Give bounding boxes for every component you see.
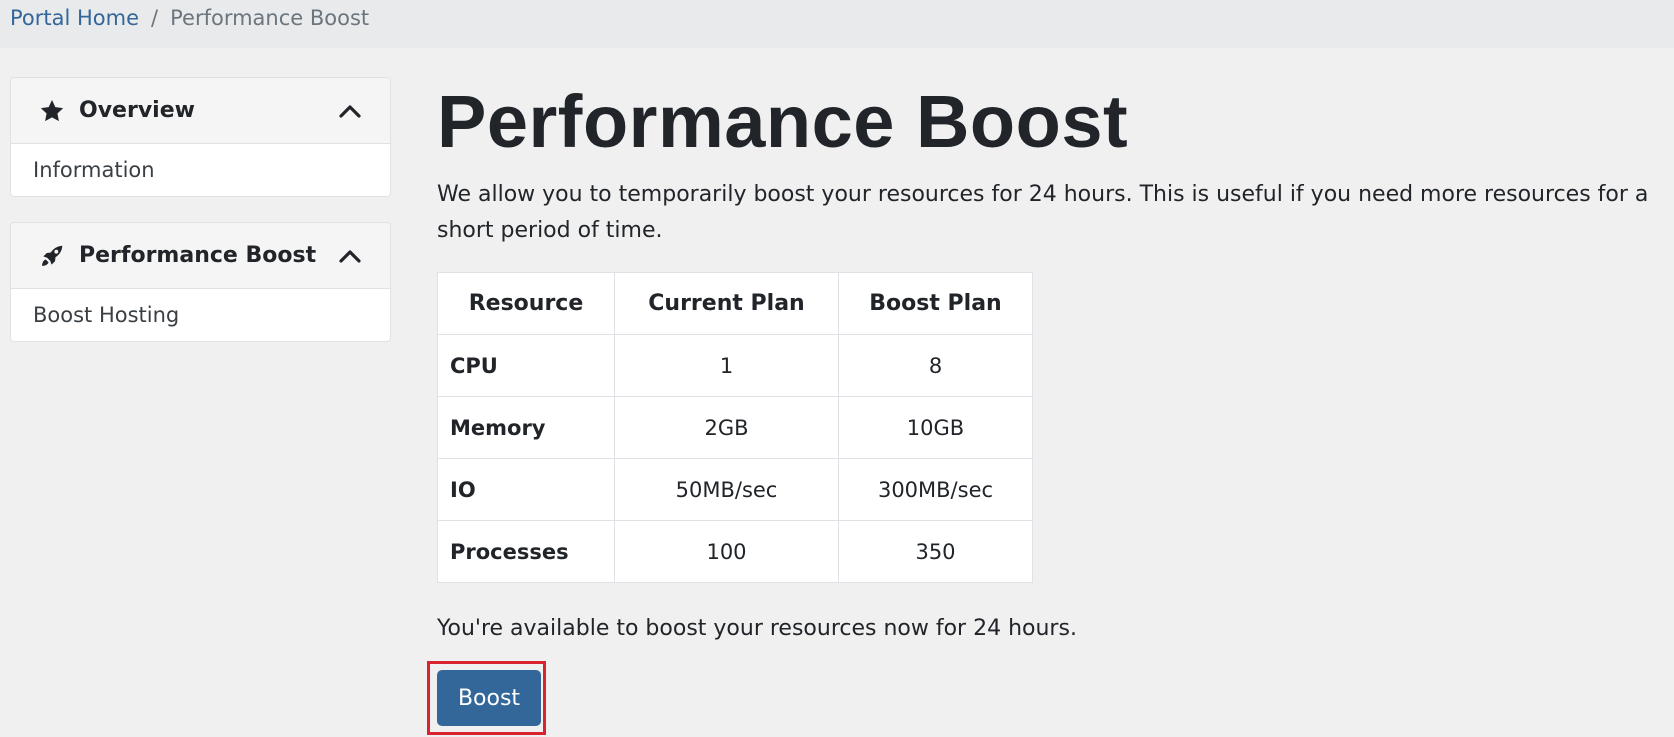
- breadcrumb-separator: /: [151, 6, 159, 30]
- column-header-resource: Resource: [437, 272, 615, 335]
- current-plan-value: 100: [614, 520, 839, 583]
- resource-name: Memory: [437, 396, 615, 459]
- resource-name: IO: [437, 458, 615, 521]
- panel-header-performance-boost[interactable]: Performance Boost: [11, 223, 390, 289]
- panel-header-overview[interactable]: Overview: [11, 78, 390, 144]
- page-title: Performance Boost: [437, 80, 1129, 163]
- chevron-up-icon[interactable]: [338, 244, 362, 268]
- table-row: IO 50MB/sec 300MB/sec: [437, 458, 1033, 521]
- boost-plan-value: 8: [838, 334, 1033, 397]
- breadcrumb: Portal Home / Performance Boost: [0, 0, 1674, 48]
- star-icon: [39, 98, 67, 124]
- rocket-icon: [39, 243, 67, 269]
- resource-name: CPU: [437, 334, 615, 397]
- panel-title: Performance Boost: [79, 243, 317, 268]
- resource-name: Processes: [437, 520, 615, 583]
- sidebar-item-boost-hosting[interactable]: Boost Hosting: [11, 289, 390, 341]
- page-description: We allow you to temporarily boost your r…: [437, 182, 1649, 243]
- boost-plan-value: 350: [838, 520, 1033, 583]
- boost-button[interactable]: Boost: [437, 670, 541, 726]
- resources-table: Resource Current Plan Boost Plan CPU 1 8…: [437, 272, 1033, 583]
- boost-plan-value: 10GB: [838, 396, 1033, 459]
- sidebar-item-information[interactable]: Information: [11, 144, 390, 196]
- current-plan-value: 50MB/sec: [614, 458, 839, 521]
- current-plan-value: 2GB: [614, 396, 839, 459]
- breadcrumb-home-link[interactable]: Portal Home: [10, 6, 139, 30]
- boost-availability-text: You're available to boost your resources…: [437, 616, 1077, 641]
- breadcrumb-current: Performance Boost: [170, 6, 370, 30]
- chevron-up-icon[interactable]: [338, 99, 362, 123]
- sidebar-panel-performance-boost: Performance Boost Boost Hosting: [10, 222, 391, 342]
- boost-plan-value: 300MB/sec: [838, 458, 1033, 521]
- current-plan-value: 1: [614, 334, 839, 397]
- column-header-current-plan: Current Plan: [614, 272, 839, 335]
- table-header-row: Resource Current Plan Boost Plan: [437, 272, 1033, 335]
- panel-title: Overview: [79, 98, 195, 123]
- sidebar-panel-overview: Overview Information: [10, 77, 391, 197]
- column-header-boost-plan: Boost Plan: [838, 272, 1033, 335]
- table-row: CPU 1 8: [437, 334, 1033, 397]
- table-row: Processes 100 350: [437, 520, 1033, 583]
- table-row: Memory 2GB 10GB: [437, 396, 1033, 459]
